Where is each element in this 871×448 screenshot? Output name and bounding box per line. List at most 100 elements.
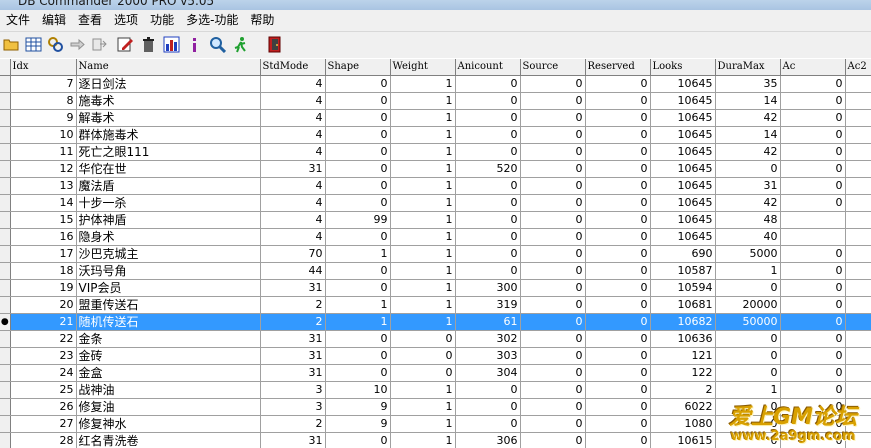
cell-ac[interactable]: 0 — [780, 75, 846, 93]
exit-icon[interactable] — [267, 36, 284, 53]
cell-weight[interactable]: 1 — [390, 160, 456, 178]
cell-reserved[interactable]: 0 — [585, 398, 651, 416]
cell-shape[interactable]: 0 — [325, 364, 391, 382]
table-row[interactable]: 16 隐身术 4 0 1 0 0 0 10645 40 — [0, 228, 871, 246]
cell-stdmode[interactable]: 2 — [260, 415, 326, 433]
cell-duramax[interactable]: 40 — [715, 228, 781, 246]
cell-ac[interactable]: 0 — [780, 398, 846, 416]
cell-anicount[interactable]: 302 — [455, 330, 521, 348]
cell-ac2[interactable] — [845, 279, 871, 297]
column-header-stdmode[interactable]: StdMode — [260, 59, 326, 76]
column-header-reserved[interactable]: Reserved — [585, 59, 651, 76]
cell-stdmode[interactable]: 4 — [260, 109, 326, 127]
cell-duramax[interactable]: 0 — [715, 160, 781, 178]
table-row[interactable]: 28 红名青洗卷 31 0 1 306 0 0 10615 0 0 — [0, 432, 871, 448]
cell-name[interactable]: 沃玛号角 — [76, 262, 261, 280]
query-icon[interactable] — [47, 36, 64, 53]
cell-source[interactable]: 0 — [520, 245, 586, 263]
cell-reserved[interactable]: 0 — [585, 228, 651, 246]
cell-weight[interactable]: 1 — [390, 194, 456, 212]
cell-source[interactable]: 0 — [520, 415, 586, 433]
cell-idx[interactable]: 22 — [10, 330, 77, 348]
row-indicator[interactable] — [0, 398, 11, 416]
cell-reserved[interactable]: 0 — [585, 245, 651, 263]
cell-name[interactable]: VIP会员 — [76, 279, 261, 297]
cell-anicount[interactable]: 304 — [455, 364, 521, 382]
cell-stdmode[interactable]: 4 — [260, 177, 326, 195]
cell-shape[interactable]: 0 — [325, 75, 391, 93]
cell-weight[interactable]: 1 — [390, 398, 456, 416]
folder-open-icon[interactable] — [3, 36, 20, 53]
cell-stdmode[interactable]: 4 — [260, 92, 326, 110]
cell-duramax[interactable]: 50000 — [715, 313, 781, 331]
cell-reserved[interactable]: 0 — [585, 160, 651, 178]
table-row[interactable]: 22 金条 31 0 0 302 0 0 10636 0 0 — [0, 330, 871, 348]
cell-stdmode[interactable]: 4 — [260, 228, 326, 246]
cell-ac[interactable]: 0 — [780, 194, 846, 212]
cell-anicount[interactable]: 520 — [455, 160, 521, 178]
row-indicator[interactable] — [0, 245, 11, 263]
cell-idx[interactable]: 14 — [10, 194, 77, 212]
cell-duramax[interactable]: 0 — [715, 432, 781, 448]
cell-shape[interactable]: 9 — [325, 415, 391, 433]
row-indicator[interactable] — [0, 279, 11, 297]
cell-anicount[interactable]: 0 — [455, 211, 521, 229]
table-row[interactable]: 20 盟重传送石 2 1 1 319 0 0 10681 20000 0 — [0, 296, 871, 314]
cell-looks[interactable]: 10645 — [650, 92, 716, 110]
cell-stdmode[interactable]: 3 — [260, 398, 326, 416]
cell-ac2[interactable] — [845, 245, 871, 263]
cell-reserved[interactable]: 0 — [585, 313, 651, 331]
cell-name[interactable]: 解毒术 — [76, 109, 261, 127]
cell-anicount[interactable]: 61 — [455, 313, 521, 331]
cell-source[interactable]: 0 — [520, 330, 586, 348]
cell-weight[interactable]: 0 — [390, 347, 456, 365]
cell-duramax[interactable]: 48 — [715, 211, 781, 229]
cell-looks[interactable]: 10645 — [650, 194, 716, 212]
cell-reserved[interactable]: 0 — [585, 126, 651, 144]
table-row[interactable]: 11 死亡之眼111 4 0 1 0 0 0 10645 42 0 — [0, 143, 871, 161]
cell-anicount[interactable]: 300 — [455, 279, 521, 297]
column-header-looks[interactable]: Looks — [650, 59, 716, 76]
cell-looks[interactable]: 690 — [650, 245, 716, 263]
cell-anicount[interactable]: 0 — [455, 415, 521, 433]
row-indicator[interactable] — [0, 177, 11, 195]
cell-weight[interactable]: 0 — [390, 364, 456, 382]
cell-looks[interactable]: 2 — [650, 381, 716, 399]
cell-idx[interactable]: 21 — [10, 313, 77, 331]
cell-stdmode[interactable]: 31 — [260, 347, 326, 365]
cell-ac2[interactable] — [845, 75, 871, 93]
cell-duramax[interactable]: 35 — [715, 75, 781, 93]
cell-idx[interactable]: 18 — [10, 262, 77, 280]
cell-source[interactable]: 0 — [520, 296, 586, 314]
data-grid[interactable]: Idx Name StdMode Shape Weight Anicount Source R… — [0, 59, 871, 448]
cell-ac2[interactable] — [845, 432, 871, 448]
cell-idx[interactable]: 25 — [10, 381, 77, 399]
cell-name[interactable]: 金砖 — [76, 347, 261, 365]
table-row[interactable]: 8 施毒术 4 0 1 0 0 0 10645 14 0 — [0, 92, 871, 110]
cell-ac2[interactable] — [845, 415, 871, 433]
row-indicator[interactable] — [0, 330, 11, 348]
cell-reserved[interactable]: 0 — [585, 143, 651, 161]
row-indicator[interactable] — [0, 126, 11, 144]
cell-idx[interactable]: 19 — [10, 279, 77, 297]
cell-ac2[interactable] — [845, 228, 871, 246]
table-row[interactable]: ● 21 随机传送石 2 1 1 61 0 0 10682 50000 0 — [0, 313, 871, 331]
cell-ac2[interactable] — [845, 398, 871, 416]
menu-options[interactable]: 选项 — [108, 11, 144, 30]
cell-weight[interactable]: 1 — [390, 245, 456, 263]
cell-ac[interactable]: 0 — [780, 92, 846, 110]
cell-duramax[interactable]: 0 — [715, 330, 781, 348]
cell-ac[interactable]: 0 — [780, 279, 846, 297]
cell-name[interactable]: 修复神水 — [76, 415, 261, 433]
cell-anicount[interactable]: 303 — [455, 347, 521, 365]
cell-anicount[interactable]: 0 — [455, 262, 521, 280]
cell-looks[interactable]: 121 — [650, 347, 716, 365]
cell-ac2[interactable] — [845, 126, 871, 144]
cell-looks[interactable]: 1080 — [650, 415, 716, 433]
cell-reserved[interactable]: 0 — [585, 347, 651, 365]
cell-ac[interactable]: 0 — [780, 330, 846, 348]
table-row[interactable]: 23 金砖 31 0 0 303 0 0 121 0 0 — [0, 347, 871, 365]
cell-ac[interactable] — [780, 211, 846, 229]
cell-ac2[interactable] — [845, 194, 871, 212]
cell-stdmode[interactable]: 31 — [260, 279, 326, 297]
